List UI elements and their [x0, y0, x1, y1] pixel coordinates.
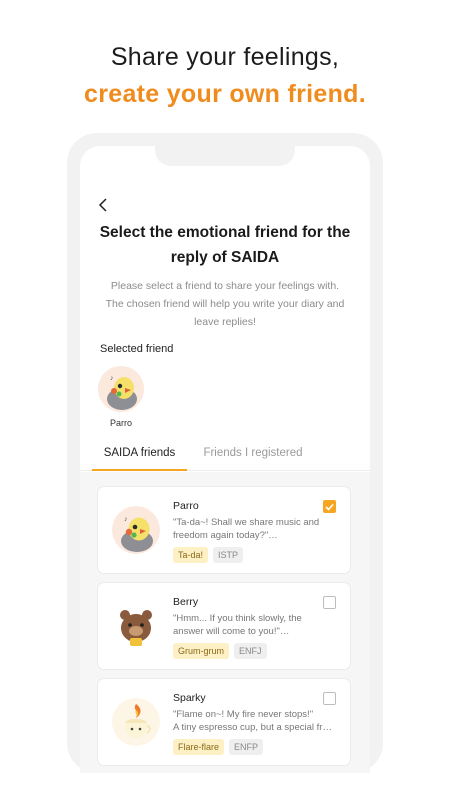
select-checkbox[interactable]	[323, 500, 336, 513]
friend-quote: "Flame on~! My fire never stops!" A tiny…	[173, 708, 333, 734]
friend-card-parro[interactable]: ♪ Parro "Ta-da~! Shall we share music an…	[97, 486, 351, 574]
select-checkbox[interactable]	[323, 692, 336, 705]
friend-card-sparky[interactable]: Sparky "Flame on~! My fire never stops!"…	[97, 678, 351, 766]
select-checkbox[interactable]	[323, 596, 336, 609]
parrot-avatar-icon[interactable]: ♪	[98, 366, 144, 412]
friend-name: Berry	[173, 596, 199, 608]
friend-tags: Flare-flare ENFP	[173, 739, 264, 755]
headline-line-1: Share your feelings,	[110, 43, 340, 71]
friend-name: Parro	[173, 500, 199, 512]
tab-friends-i-registered[interactable]: Friends I registered	[198, 447, 308, 459]
friend-card-berry[interactable]: Berry "Hmm... If you think slowly, the a…	[97, 582, 351, 670]
phone-notch	[155, 146, 295, 166]
mood-tag: Grum-grum	[173, 643, 230, 659]
active-tab-indicator	[92, 469, 187, 471]
friend-name: Sparky	[173, 692, 206, 704]
headline-line-2: create your own friend.	[84, 80, 366, 108]
title-line-1: Select the emotional friend for the	[99, 224, 351, 241]
quote-line-1: "Hmm... If you think slowly, the	[173, 613, 302, 624]
desc-line-1: Please select a friend to share your fee…	[110, 280, 340, 292]
desc-line-3: leave replies!	[194, 316, 256, 328]
mbti-tag: ENFP	[229, 739, 264, 755]
page-description: Please select a friend to share your fee…	[90, 277, 360, 331]
quote-line-1: "Ta-da~! Shall we share music and	[173, 517, 320, 528]
friend-quote: "Hmm... If you think slowly, the answer …	[173, 612, 333, 638]
mbti-tag: ENFJ	[234, 643, 267, 659]
friend-tags: Ta-da! ISTP	[173, 547, 244, 563]
quote-line-1: "Flame on~! My fire never stops!"	[173, 709, 314, 720]
friend-list: ♪ Parro "Ta-da~! Shall we share music an…	[80, 472, 370, 773]
mbti-tag: ISTP	[213, 547, 244, 563]
page-title: Select the emotional friend for the repl…	[80, 220, 370, 270]
friend-tags: Grum-grum ENFJ	[173, 643, 267, 659]
bear-avatar-icon	[112, 602, 160, 650]
desc-line-2: The chosen friend will help you write yo…	[105, 298, 345, 310]
selected-friend-name: Parro	[109, 418, 132, 428]
quote-line-2: A tiny espresso cup, but a special fr…	[173, 722, 332, 733]
headline: Share your feelings, create your own fri…	[0, 40, 450, 114]
friend-tabs: SAIDA friends Friends I registered	[80, 441, 370, 471]
svg-text:♪: ♪	[124, 516, 128, 523]
chevron-left-icon[interactable]	[98, 198, 108, 216]
mood-tag: Ta-da!	[173, 547, 209, 563]
friend-quote: "Ta-da~! Shall we share music and freedo…	[173, 516, 333, 542]
espresso-flame-avatar-icon	[112, 698, 160, 746]
selected-friend-label: Selected friend	[100, 343, 174, 355]
svg-text:♪: ♪	[110, 375, 114, 382]
mood-tag: Flare-flare	[173, 739, 225, 755]
tab-saida-friends[interactable]: SAIDA friends	[92, 447, 187, 459]
checkmark-icon	[325, 503, 334, 511]
quote-line-2: answer will come to you!"…	[173, 626, 290, 637]
quote-line-2: freedom again today?"…	[173, 530, 278, 541]
phone-screen: Select the emotional friend for the repl…	[80, 146, 370, 773]
phone-frame: Select the emotional friend for the repl…	[67, 133, 383, 773]
title-line-2: reply of SAIDA	[170, 249, 280, 266]
parrot-avatar-icon: ♪	[112, 506, 160, 554]
